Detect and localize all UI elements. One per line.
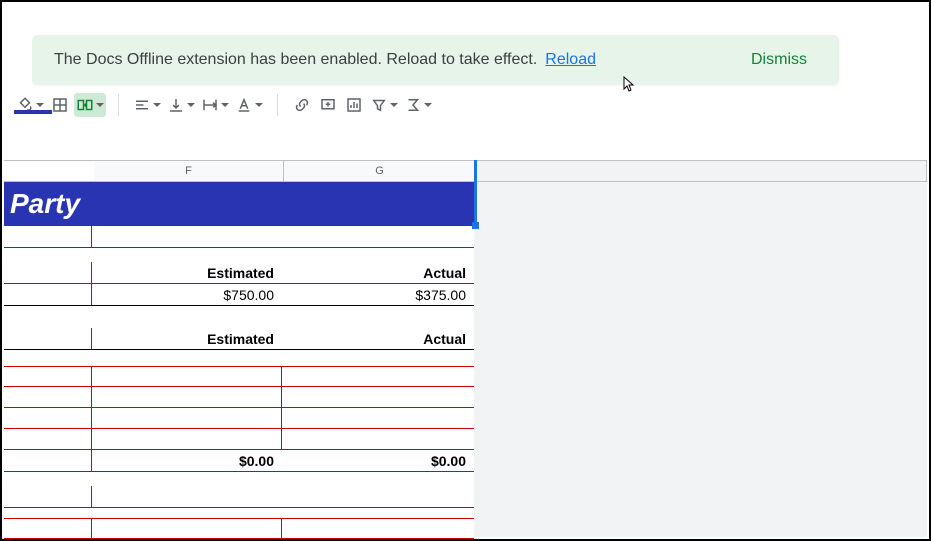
data-row[interactable] (4, 518, 474, 539)
selection-handle[interactable] (472, 222, 479, 229)
section1-values-row[interactable]: $750.00 $375.00 (4, 284, 474, 306)
insert-comment-button[interactable] (316, 93, 340, 117)
actual-header-2[interactable]: Actual (282, 328, 474, 349)
functions-button[interactable] (402, 93, 434, 117)
col-header-g[interactable]: G (284, 161, 476, 181)
blank-row[interactable] (4, 248, 474, 262)
blank-row[interactable] (4, 508, 474, 518)
section1-header-row[interactable]: Estimated Actual (4, 262, 474, 284)
estimated-value[interactable]: $750.00 (92, 284, 282, 305)
total-actual[interactable]: $0.00 (282, 450, 474, 471)
col-header-rest (476, 161, 927, 181)
spreadsheet-grid: Estimated Actual $750.00 $375.00 Estimat… (4, 226, 474, 539)
totals-row[interactable]: $0.00 $0.00 (4, 450, 474, 472)
estimated-header[interactable]: Estimated (92, 262, 282, 283)
blank-row[interactable] (4, 486, 474, 508)
toolbar (8, 90, 440, 120)
filter-button[interactable] (368, 93, 400, 117)
reload-link[interactable]: Reload (545, 51, 596, 69)
text-rotation-button[interactable] (233, 93, 265, 117)
estimated-header-2[interactable]: Estimated (92, 328, 282, 349)
data-row[interactable] (4, 429, 474, 450)
dismiss-link[interactable]: Dismiss (751, 51, 807, 69)
empty-grid-area (474, 182, 927, 537)
insert-link-button[interactable] (290, 93, 314, 117)
actual-value[interactable]: $375.00 (282, 284, 474, 305)
blank-row[interactable] (4, 350, 474, 366)
data-row[interactable] (4, 408, 474, 429)
offline-extension-notification: The Docs Offline extension has been enab… (32, 35, 839, 85)
sheet-title-cell[interactable]: Party (4, 182, 474, 226)
notification-message: The Docs Offline extension has been enab… (54, 51, 537, 69)
merge-cells-button[interactable] (74, 93, 106, 117)
blank-row[interactable] (4, 472, 474, 486)
data-row[interactable] (4, 387, 474, 408)
column-headers: F G (4, 160, 927, 182)
total-estimated[interactable]: $0.00 (92, 450, 282, 471)
insert-chart-button[interactable] (342, 93, 366, 117)
vertical-align-button[interactable] (165, 93, 197, 117)
horizontal-align-button[interactable] (131, 93, 163, 117)
blank-row[interactable] (4, 226, 474, 248)
blank-row[interactable] (4, 306, 474, 328)
data-row[interactable] (4, 366, 474, 387)
cursor-icon (620, 76, 636, 99)
text-wrap-button[interactable] (199, 93, 231, 117)
fill-color-underline (14, 110, 52, 114)
actual-header[interactable]: Actual (282, 262, 474, 283)
section2-header-row[interactable]: Estimated Actual (4, 328, 474, 350)
col-header-f[interactable]: F (94, 161, 284, 181)
col-header-blank (4, 161, 94, 181)
selection-border (474, 160, 477, 226)
